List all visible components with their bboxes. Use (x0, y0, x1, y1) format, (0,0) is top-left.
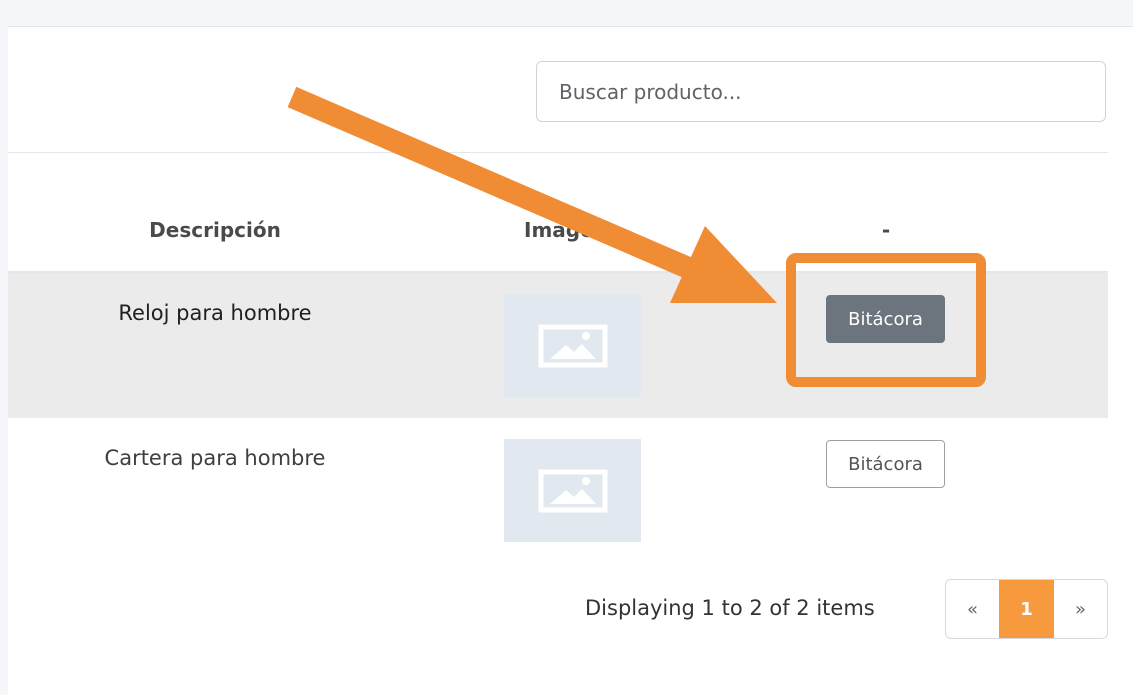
pagination-next-button[interactable]: » (1054, 580, 1107, 638)
pagination-info: Displaying 1 to 2 of 2 items (585, 596, 875, 620)
pagination-page-button[interactable]: 1 (999, 580, 1054, 638)
pagination: « 1 » (945, 579, 1108, 639)
pagination-prev-button[interactable]: « (946, 580, 999, 638)
